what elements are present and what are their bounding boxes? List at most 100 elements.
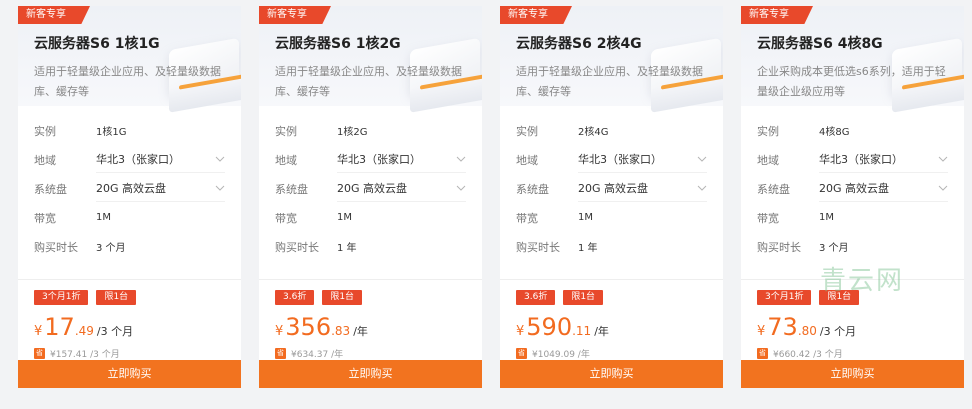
currency-symbol: ¥ — [34, 324, 43, 339]
limit-badge: 限1台 — [563, 290, 604, 305]
disk-value: 20G 高效云盘 — [96, 182, 167, 195]
spec-label: 系统盘 — [34, 182, 67, 196]
spec-row-bandwidth: 带宽 1M — [275, 203, 466, 232]
spec-row-disk: 系统盘 20G 高效云盘 — [275, 174, 466, 203]
product-description: 企业采购成本更低选s6系列，适用于轻量级企业级应用等 — [757, 65, 946, 98]
product-card-list: 新客专享 云服务器S6 1核1G 适用于轻量级企业应用、及轻量级数据库、缓存等 … — [18, 6, 964, 388]
price-unit: /3 个月 — [96, 325, 134, 338]
original-price-text: ¥634.37 /年 — [291, 350, 344, 360]
original-price: 省 ¥634.37 /年 — [275, 347, 466, 360]
disk-select[interactable]: 20G 高效云盘 — [819, 176, 948, 202]
save-icon: 省 — [516, 348, 527, 359]
product-title: 云服务器S6 2核4G — [516, 36, 642, 52]
region-select[interactable]: 华北3（张家口） — [819, 147, 948, 173]
disk-select[interactable]: 20G 高效云盘 — [578, 176, 707, 202]
disk-value: 20G 高效云盘 — [819, 182, 890, 195]
price-section: 3.6折 限1台 ¥ 590 .11 /年 省 ¥1049.09 /年 — [500, 280, 723, 360]
card-header: 新客专享 云服务器S6 4核8G 企业采购成本更低选s6系列，适用于轻量级企业级… — [741, 6, 964, 113]
chevron-down-icon — [456, 185, 466, 191]
product-title: 云服务器S6 1核2G — [275, 36, 401, 52]
buy-now-button[interactable]: 立即购买 — [18, 360, 241, 388]
product-title: 云服务器S6 1核1G — [34, 36, 160, 52]
chevron-down-icon — [215, 185, 225, 191]
bandwidth-value: 1M — [337, 212, 352, 223]
spec-row-instance: 实例 1核1G — [34, 116, 225, 145]
card-header: 新客专享 云服务器S6 2核4G 适用于轻量级企业应用、及轻量级数据库、缓存等 — [500, 6, 723, 113]
disk-select[interactable]: 20G 高效云盘 — [337, 176, 466, 202]
spec-row-bandwidth: 带宽 1M — [757, 203, 948, 232]
spec-list: 实例 1核2G 地域 华北3（张家口） 系统盘 20G 高效云盘 带宽 1M 购… — [259, 106, 482, 261]
original-price: 省 ¥157.41 /3 个月 — [34, 347, 225, 360]
instance-value: 1核2G — [337, 127, 368, 138]
instance-value: 2核4G — [578, 127, 609, 138]
spec-label: 地域 — [34, 153, 56, 167]
limit-badge: 限1台 — [96, 290, 137, 305]
spec-label: 实例 — [757, 124, 779, 138]
region-select[interactable]: 华北3（张家口） — [96, 147, 225, 173]
chevron-down-icon — [215, 156, 225, 162]
bandwidth-value: 1M — [819, 212, 834, 223]
product-card: 新客专享 云服务器S6 1核2G 适用于轻量级企业应用、及轻量级数据库、缓存等 … — [259, 6, 482, 388]
duration-value: 1 年 — [578, 243, 598, 254]
spec-list: 实例 2核4G 地域 华北3（张家口） 系统盘 20G 高效云盘 带宽 1M 购… — [500, 106, 723, 261]
spec-label: 地域 — [757, 153, 779, 167]
region-select[interactable]: 华北3（张家口） — [578, 147, 707, 173]
bandwidth-value: 1M — [96, 212, 111, 223]
spec-row-disk: 系统盘 20G 高效云盘 — [34, 174, 225, 203]
price-decimal: .49 — [74, 324, 94, 338]
price: ¥ 17 .49 /3 个月 — [34, 313, 225, 341]
product-description: 适用于轻量级企业应用、及轻量级数据库、缓存等 — [516, 65, 703, 98]
new-customer-tag: 新客专享 — [741, 6, 813, 24]
save-icon: 省 — [275, 348, 286, 359]
watermark-logo: 青云网 — [820, 266, 905, 296]
new-customer-tag: 新客专享 — [18, 6, 90, 24]
price-decimal: .11 — [572, 324, 592, 338]
disk-value: 20G 高效云盘 — [337, 182, 408, 195]
spec-row-duration: 购买时长 1 年 — [516, 232, 707, 261]
spec-label: 地域 — [275, 153, 297, 167]
spec-row-disk: 系统盘 20G 高效云盘 — [516, 174, 707, 203]
spec-row-duration: 购买时长 3 个月 — [34, 232, 225, 261]
chevron-down-icon — [456, 156, 466, 162]
spec-label: 带宽 — [34, 211, 56, 225]
chevron-down-icon — [697, 156, 707, 162]
price-unit: /年 — [353, 325, 368, 338]
new-customer-tag: 新客专享 — [259, 6, 331, 24]
disk-select[interactable]: 20G 高效云盘 — [96, 176, 225, 202]
price-integer: 73 — [767, 313, 798, 341]
spec-row-region: 地域 华北3（张家口） — [275, 145, 466, 174]
price-decimal: .80 — [797, 324, 817, 338]
region-select[interactable]: 华北3（张家口） — [337, 147, 466, 173]
spec-row-instance: 实例 2核4G — [516, 116, 707, 145]
currency-symbol: ¥ — [757, 324, 766, 339]
price-section: 3.6折 限1台 ¥ 356 .83 /年 省 ¥634.37 /年 — [259, 280, 482, 360]
spec-list: 实例 1核1G 地域 华北3（张家口） 系统盘 20G 高效云盘 带宽 1M 购… — [18, 106, 241, 261]
spec-label: 实例 — [275, 124, 297, 138]
spec-row-instance: 实例 4核8G — [757, 116, 948, 145]
spec-row-bandwidth: 带宽 1M — [34, 203, 225, 232]
spec-row-region: 地域 华北3（张家口） — [757, 145, 948, 174]
region-value: 华北3（张家口） — [96, 153, 180, 166]
spec-label: 带宽 — [516, 211, 538, 225]
currency-symbol: ¥ — [516, 324, 525, 339]
buy-now-button[interactable]: 立即购买 — [500, 360, 723, 388]
original-price-text: ¥1049.09 /年 — [532, 350, 590, 360]
price-integer: 590 — [526, 313, 573, 341]
product-title: 云服务器S6 4核8G — [757, 36, 883, 52]
instance-value: 1核1G — [96, 127, 127, 138]
card-header: 新客专享 云服务器S6 1核1G 适用于轻量级企业应用、及轻量级数据库、缓存等 — [18, 6, 241, 113]
price-decimal: .83 — [331, 324, 351, 338]
duration-value: 3 个月 — [819, 243, 849, 254]
spec-label: 购买时长 — [34, 240, 78, 254]
price: ¥ 73 .80 /3 个月 — [757, 313, 948, 341]
buy-now-button[interactable]: 立即购买 — [741, 360, 964, 388]
price-integer: 17 — [44, 313, 75, 341]
price-section: 3个月1折 限1台 ¥ 17 .49 /3 个月 省 ¥157.41 /3 个月 — [18, 280, 241, 360]
duration-value: 1 年 — [337, 243, 357, 254]
product-card: 新客专享 云服务器S6 4核8G 企业采购成本更低选s6系列，适用于轻量级企业级… — [741, 6, 964, 388]
discount-badge: 3个月1折 — [34, 290, 89, 305]
buy-now-button[interactable]: 立即购买 — [259, 360, 482, 388]
spec-list: 实例 4核8G 地域 华北3（张家口） 系统盘 20G 高效云盘 带宽 1M 购… — [741, 106, 964, 261]
region-value: 华北3（张家口） — [819, 153, 903, 166]
spec-label: 实例 — [516, 124, 538, 138]
